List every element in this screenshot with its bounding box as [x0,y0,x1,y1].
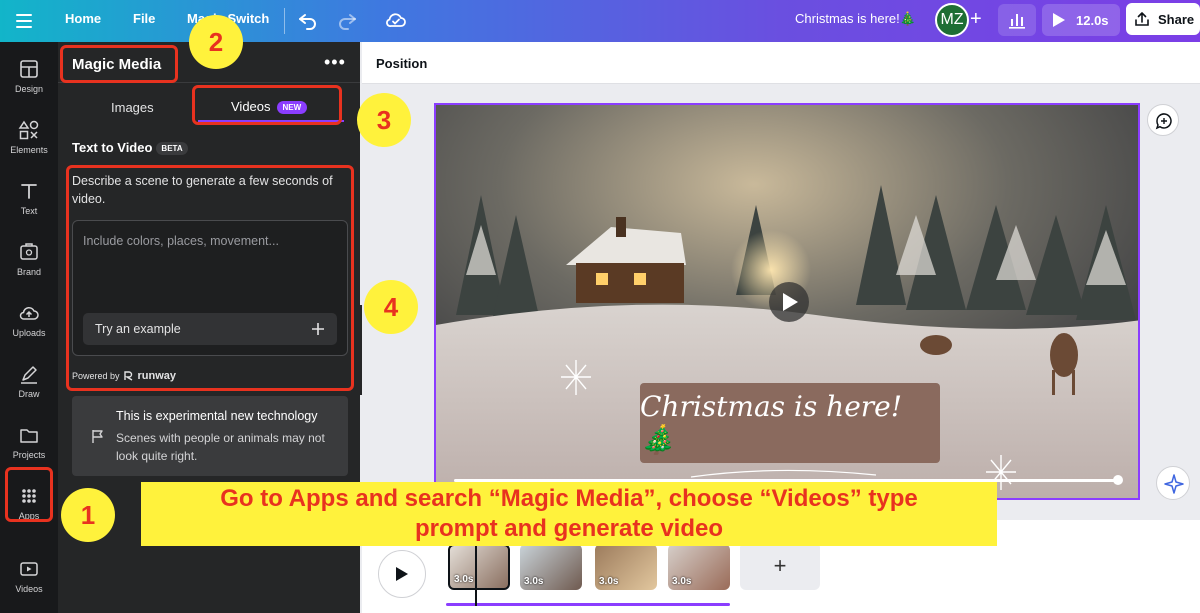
beta-badge: BETA [156,142,188,156]
bar-chart-icon [1009,14,1025,29]
timeline-progress [446,603,730,606]
rail-label: Elements [10,145,48,155]
file-menu[interactable]: File [133,11,155,26]
instruction-banner: Go to Apps and search “Magic Media”, cho… [141,482,997,546]
canva-editor: Home File Magic Switch Christmas is here… [0,0,1200,613]
flag-icon [92,430,103,443]
pen-icon [21,366,37,384]
rail-item-uploads[interactable]: Uploads [0,294,58,354]
notice-text: Scenes with people or animals may not lo… [116,431,325,463]
highlight-prompt-area [66,165,354,391]
step-2-badge: 2 [189,15,243,69]
invite-plus-icon[interactable]: + [970,8,982,31]
highlight-videos-tab [192,85,342,125]
highlight-apps-item [5,467,53,522]
share-button[interactable]: Share [1126,3,1200,35]
highlight-panel-title [60,45,178,83]
timeline-clip-4[interactable]: 3.0s [668,544,730,590]
experimental-notice: This is experimental new technology Scen… [72,396,348,476]
tab-images[interactable]: Images [111,100,154,115]
rail-label: Brand [16,267,42,277]
home-link[interactable]: Home [65,11,101,26]
rail-item-elements[interactable]: Elements [0,111,58,171]
play-icon [1053,13,1065,27]
video-scrubber-handle[interactable] [1113,475,1123,485]
rail-item-videos[interactable]: Videos [0,550,58,610]
play-duration: 12.0s [1076,12,1109,28]
rail-item-brand[interactable]: Brand [0,233,58,293]
step-3-badge: 3 [357,93,411,147]
timeline-clip-1[interactable]: 3.0s [448,544,510,590]
rail-item-draw[interactable]: Draw [0,355,58,415]
folder-icon [20,429,38,443]
rail-label: Text [20,206,38,216]
clip-duration: 3.0s [672,576,692,587]
position-button[interactable]: Position [376,56,427,71]
comment-plus-icon [1155,113,1172,130]
timeline-play-button[interactable] [378,550,426,598]
timeline-clip-2[interactable]: 3.0s [520,544,582,590]
rail-label: Projects [12,450,46,460]
section-title: Text to Video [72,140,153,155]
document-title[interactable]: Christmas is here!🎄 [795,11,916,27]
video-icon [20,562,38,576]
side-rail: Design Elements Text Brand Uploads Draw … [0,42,58,613]
rail-item-design[interactable]: Design [0,50,58,110]
text-to-video-heading: Text to Video BETA [72,140,188,156]
rail-label: Videos [15,584,43,594]
toolbar-divider [284,8,285,34]
timeline-clip-3[interactable]: 3.0s [595,544,657,590]
banner-line-1: Go to Apps and search “Magic Media”, cho… [220,485,918,512]
upload-cloud-icon [19,306,39,320]
redo-icon[interactable] [335,8,359,32]
comment-button[interactable] [1147,104,1179,136]
top-bar: Home File Magic Switch Christmas is here… [0,0,1200,42]
user-avatar[interactable]: MZ [935,3,969,37]
notice-title: This is experimental new technology [116,409,318,423]
text-icon [21,184,37,199]
more-options-icon[interactable]: ••• [324,52,346,73]
design-frame[interactable]: Christmas is here! 🎄 [434,103,1140,500]
clip-duration: 3.0s [599,576,619,587]
undo-icon[interactable] [296,8,320,32]
rail-item-text[interactable]: Text [0,172,58,232]
christmas-title-overlay[interactable]: Christmas is here! 🎄 [640,383,940,463]
layout-icon [20,60,38,78]
clip-duration: 3.0s [454,574,474,585]
banner-line-2: prompt and generate video [414,515,724,542]
cloud-saved-icon[interactable] [384,8,408,32]
menu-icon[interactable] [12,9,36,33]
play-icon [396,567,408,581]
clip-duration: 3.0s [524,576,544,587]
analytics-button[interactable] [998,4,1036,36]
context-toolbar: Position [362,42,1200,84]
magic-assistant-button[interactable] [1156,466,1190,500]
add-clip-button[interactable]: + [740,542,820,590]
share-label: Share [1158,11,1195,27]
rail-label: Uploads [12,328,46,338]
step-1-badge: 1 [61,488,115,542]
rail-label: Draw [18,389,40,399]
rail-label: Design [14,84,43,94]
step-4-badge: 4 [364,280,418,334]
playhead[interactable] [475,540,477,606]
plus-icon: + [773,553,787,578]
present-play-button[interactable]: 12.0s [1042,4,1120,36]
share-icon [1135,12,1149,26]
sparkle-icon [1164,474,1184,494]
brand-icon [20,243,38,260]
shapes-icon [18,120,39,140]
